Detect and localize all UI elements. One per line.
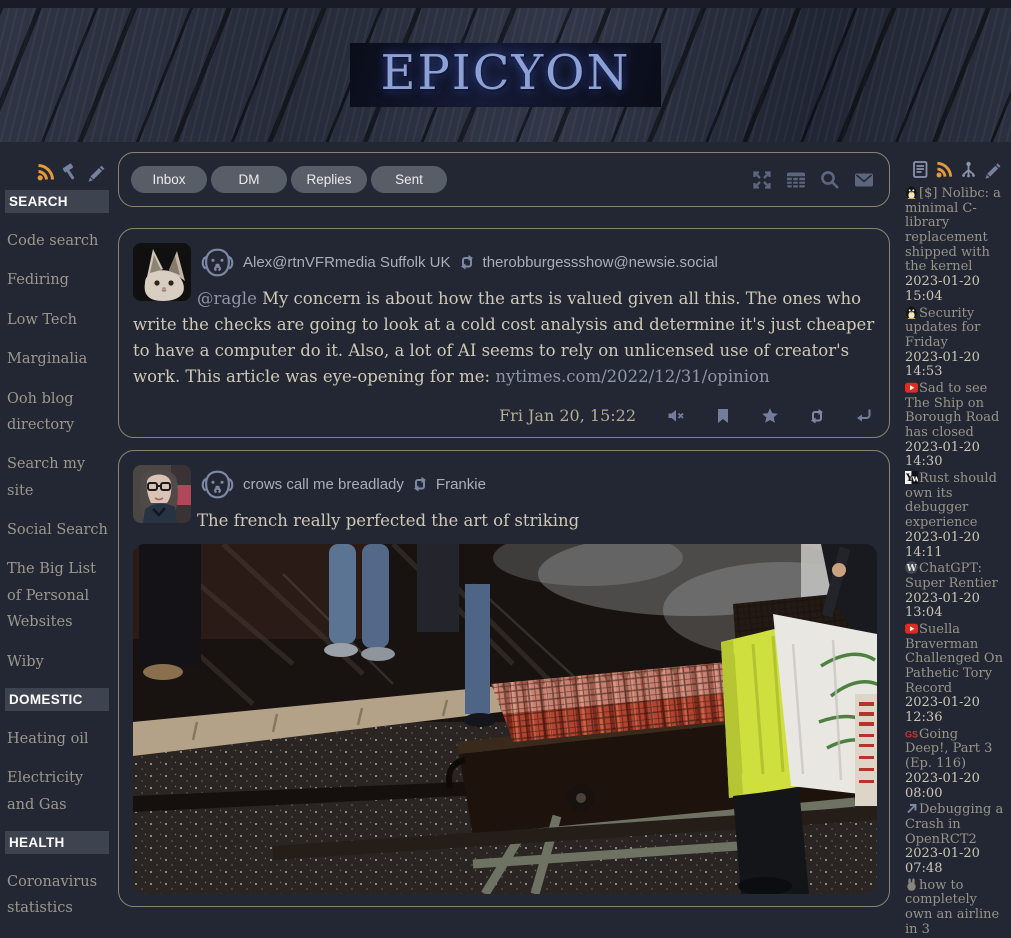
wordpress-icon — [905, 561, 918, 574]
rss-icon[interactable] — [935, 160, 954, 179]
search-icon[interactable] — [819, 169, 841, 191]
post-url-link[interactable]: nytimes.com/2022/12/31/opinion — [495, 367, 769, 386]
news-date: 2023-01-20 14:11 — [905, 531, 1005, 560]
news-item: Sad to see The Ship on Borough Road has … — [905, 381, 1005, 470]
penguin-icon — [905, 186, 918, 199]
sidebar-link-code-search[interactable]: Code search — [7, 228, 108, 254]
timeline-header: Inbox DM Replies Sent — [118, 152, 890, 207]
news-date: 2023-01-20 15:04 — [905, 275, 1005, 304]
repeat-icon[interactable] — [808, 407, 826, 425]
news-link[interactable]: Sad to see The Ship on Borough Road has … — [905, 381, 999, 440]
post-boosted-from[interactable]: Frankie — [436, 476, 486, 493]
boost-icon — [411, 475, 429, 493]
rabbit-icon — [905, 878, 918, 891]
news-link[interactable]: [$] Nolibc: a minimal C-library replacem… — [905, 186, 1001, 274]
media-grid-icon[interactable] — [785, 169, 807, 191]
mail-icon[interactable] — [853, 169, 875, 191]
news-link[interactable]: Rust should own its debugger experience — [905, 471, 997, 530]
sidebar-link-heating-oil[interactable]: Heating oil — [7, 726, 108, 752]
newswire-doc-icon[interactable] — [911, 160, 930, 179]
sidebar-header-domestic: DOMESTIC — [5, 688, 109, 711]
news-link[interactable]: ChatGPT: Super Rentier — [905, 561, 998, 591]
tab-sent[interactable]: Sent — [371, 166, 447, 193]
hammer-icon[interactable] — [61, 162, 81, 182]
news-item: Rust should own its debugger experience … — [905, 471, 1005, 560]
timeline-column: Inbox DM Replies Sent — [118, 152, 890, 907]
news-item: Suella Braverman Challenged On Pathetic … — [905, 622, 1005, 726]
edit-pen-icon[interactable] — [983, 160, 1002, 179]
newswire-tree-icon[interactable] — [959, 160, 978, 179]
news-date: 2023-01-20 14:53 — [905, 351, 1005, 380]
news-date: 2023-01-20 12:36 — [905, 696, 1005, 725]
rss-icon[interactable] — [36, 162, 56, 182]
epicyon-dog-icon — [199, 466, 236, 503]
edit-pen-icon[interactable] — [86, 162, 106, 182]
bookmark-icon[interactable] — [714, 407, 732, 425]
boost-icon — [458, 253, 476, 271]
sidebar-link-ooh-blog-directory[interactable]: Ooh blog directory — [7, 386, 108, 439]
post-author[interactable]: Alex@rtnVFRmedia Suffolk UK — [243, 254, 451, 271]
reply-icon[interactable] — [855, 407, 873, 425]
tab-dm[interactable]: DM — [211, 166, 287, 193]
sidebar-link-marginalia[interactable]: Marginalia — [7, 346, 108, 372]
sidebar-link-fediring[interactable]: Fediring — [7, 267, 108, 293]
like-star-icon[interactable] — [761, 407, 779, 425]
tab-inbox[interactable]: Inbox — [131, 166, 207, 193]
sidebar-link-electricity-gas[interactable]: Electricity and Gas — [7, 765, 108, 818]
gs-favicon-icon — [905, 727, 918, 740]
post-image[interactable] — [133, 544, 877, 894]
sidebar-link-low-tech[interactable]: Low Tech — [7, 307, 108, 333]
tab-replies[interactable]: Replies — [291, 166, 367, 193]
post-boosted-from[interactable]: therobburgessshow@newsie.social — [483, 254, 718, 271]
youtube-icon — [905, 381, 918, 394]
post-text: The french really perfected the art of s… — [197, 511, 579, 530]
sidebar-link-search-my-site[interactable]: Search my site — [7, 451, 108, 504]
external-arrow-icon — [905, 802, 918, 815]
news-item: Debugging a Crash in OpenRCT2 2023-01-20… — [905, 802, 1005, 876]
news-date: 2023-01-20 13:04 — [905, 592, 1005, 621]
yw-favicon-icon — [905, 471, 918, 484]
news-date: 2023-01-20 08:00 — [905, 772, 1005, 801]
news-link[interactable]: Suella Braverman Challenged On Pathetic … — [905, 622, 1003, 696]
youtube-icon — [905, 622, 918, 635]
penguin-icon — [905, 306, 918, 319]
profile-banner[interactable]: EPICYON — [0, 8, 1011, 142]
post: crows call me breadlady Frankie The fren… — [118, 450, 890, 907]
banner-title: EPICYON — [350, 43, 660, 107]
post: Alex@rtnVFRmedia Suffolk UK therobburges… — [118, 228, 890, 438]
sidebar-link-big-list[interactable]: The Big List of Personal Websites — [7, 556, 108, 635]
sidebar-link-coronavirus[interactable]: Coronavirus statistics — [7, 869, 108, 922]
news-link[interactable]: Debugging a Crash in OpenRCT2 — [905, 802, 1003, 846]
sidebar-header-health: HEALTH — [5, 831, 109, 854]
mute-icon[interactable] — [667, 407, 685, 425]
epicyon-dog-icon — [199, 244, 236, 281]
sidebar-header-search: SEARCH — [5, 190, 109, 213]
expand-icon[interactable] — [751, 169, 773, 191]
sidebar-link-wiby[interactable]: Wiby — [7, 649, 108, 675]
news-item: [$] Nolibc: a minimal C-library replacem… — [905, 186, 1005, 305]
news-date: 2023-01-20 14:30 — [905, 441, 1005, 470]
news-date: 2023-01-20 07:48 — [905, 847, 1005, 876]
news-item: how to completely own an airline in 3 — [905, 878, 1005, 938]
news-item: ChatGPT: Super Rentier 2023-01-20 13:04 — [905, 561, 1005, 621]
news-link[interactable]: how to completely own an airline in 3 — [905, 878, 999, 937]
avatar[interactable] — [133, 243, 191, 301]
post-timestamp: Fri Jan 20, 15:22 — [499, 406, 636, 425]
mention-link[interactable]: @ragle — [197, 289, 257, 308]
avatar[interactable] — [133, 465, 191, 523]
news-item: Going Deep!, Part 3 (Ep. 116) 2023-01-20… — [905, 727, 1005, 801]
top-strip — [0, 0, 1011, 8]
newswire-column: [$] Nolibc: a minimal C-library replacem… — [898, 160, 1010, 938]
left-links-column: SEARCH Code search Fediring Low Tech Mar… — [0, 142, 113, 902]
sidebar-link-social-search[interactable]: Social Search — [7, 517, 108, 543]
news-link[interactable]: Security updates for Friday — [905, 306, 980, 350]
post-author[interactable]: crows call me breadlady — [243, 476, 404, 493]
news-item: Security updates for Friday 2023-01-20 1… — [905, 306, 1005, 380]
news-link[interactable]: Going Deep!, Part 3 (Ep. 116) — [905, 727, 992, 771]
